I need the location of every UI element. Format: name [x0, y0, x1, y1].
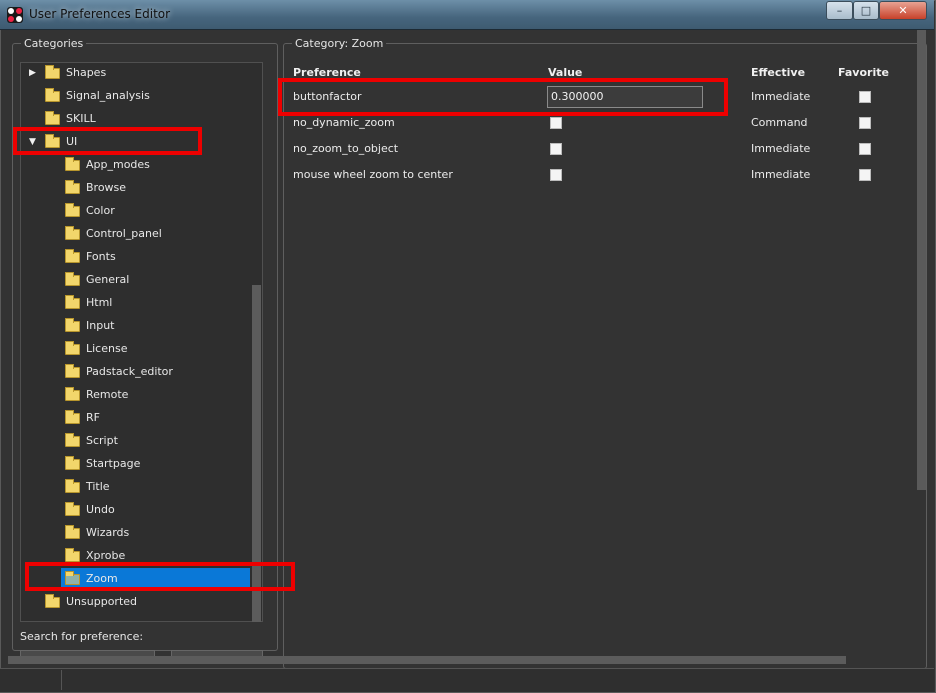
annotation-box-buttonfactor: [278, 78, 728, 116]
tree-item-label: Html: [86, 296, 113, 309]
tree-item-label: Shapes: [66, 66, 107, 79]
tree-item-color[interactable]: Color: [21, 200, 261, 222]
tree-item-label: License: [86, 342, 128, 355]
tree-item-signal-analysis[interactable]: Signal_analysis: [21, 85, 261, 107]
maximize-button[interactable]: □: [853, 1, 879, 20]
tree-item-shapes[interactable]: ▶ Shapes: [21, 63, 261, 84]
folder-icon: [45, 111, 60, 125]
folder-icon: [65, 410, 80, 424]
value-checkbox[interactable]: [550, 169, 562, 181]
folder-icon: [65, 203, 80, 217]
category-label: Category: Zoom: [292, 37, 387, 50]
favorite-checkbox[interactable]: [859, 91, 871, 103]
tree-item-label: Fonts: [86, 250, 116, 263]
close-button[interactable]: ✕: [879, 1, 927, 20]
effective-label: Immediate: [751, 142, 811, 155]
favorite-checkbox[interactable]: [859, 117, 871, 129]
value-checkbox[interactable]: [550, 143, 562, 155]
tree-item-fonts[interactable]: Fonts: [21, 246, 261, 268]
preference-name: no_zoom_to_object: [293, 142, 399, 155]
expand-right-icon[interactable]: ▶: [29, 63, 36, 84]
annotation-box-zoom: [25, 562, 295, 591]
tree-item-label: Wizards: [86, 526, 130, 539]
effective-label: Command: [751, 116, 808, 129]
status-bar: [0, 668, 934, 692]
app-icon: [7, 7, 23, 23]
effective-label: Immediate: [751, 90, 811, 103]
tree-item-label: General: [86, 273, 130, 286]
folder-icon: [65, 341, 80, 355]
header-favorite: Favorite: [838, 66, 889, 79]
folder-icon: [45, 88, 60, 102]
status-divider: [61, 670, 62, 690]
folder-icon: [65, 295, 80, 309]
tree-item-label: Control_panel: [86, 227, 162, 240]
tree-item-html[interactable]: Html: [21, 292, 261, 314]
folder-icon: [65, 318, 80, 332]
categories-label: Categories: [21, 37, 87, 50]
horizontal-scrollbar[interactable]: [8, 656, 846, 664]
tree-item-unsupported[interactable]: Unsupported: [21, 591, 261, 613]
tree-item-title[interactable]: Title: [21, 476, 261, 498]
tree-item-label: Remote: [86, 388, 129, 401]
folder-icon: [65, 525, 80, 539]
title-bar[interactable]: User Preferences Editor – □ ✕: [0, 0, 934, 30]
tree-item-rf[interactable]: RF: [21, 407, 261, 429]
header-effective: Effective: [751, 66, 806, 79]
tree-item-script[interactable]: Script: [21, 430, 261, 452]
folder-icon: [65, 387, 80, 401]
tree-item-label: Undo: [86, 503, 115, 516]
tree-item-label: Signal_analysis: [66, 89, 150, 102]
tree-item-label: Color: [86, 204, 115, 217]
folder-icon: [65, 364, 80, 378]
folder-icon: [65, 456, 80, 470]
tree-item-input[interactable]: Input: [21, 315, 261, 337]
folder-icon: [65, 249, 80, 263]
favorite-checkbox[interactable]: [859, 169, 871, 181]
folder-icon: [65, 433, 80, 447]
preference-row[interactable]: no_zoom_to_object Immediate: [284, 136, 916, 162]
tree-item-label: Unsupported: [66, 595, 138, 608]
tree-item-wizards[interactable]: Wizards: [21, 522, 261, 544]
tree-item-app-modes[interactable]: App_modes: [21, 154, 261, 176]
folder-icon: [65, 180, 80, 194]
tree-item-label: Title: [86, 480, 110, 493]
tree-item-license[interactable]: License: [21, 338, 261, 360]
folder-icon: [45, 65, 60, 79]
tree-item-label: Input: [86, 319, 115, 332]
preference-name: mouse wheel zoom to center: [293, 168, 453, 181]
preference-row[interactable]: mouse wheel zoom to center Immediate: [284, 162, 916, 188]
value-checkbox[interactable]: [550, 117, 562, 129]
folder-icon: [65, 226, 80, 240]
favorite-checkbox[interactable]: [859, 143, 871, 155]
tree-item-general[interactable]: General: [21, 269, 261, 291]
tree-item-label: Script: [86, 434, 118, 447]
tree-item-browse[interactable]: Browse: [21, 177, 261, 199]
window-title: User Preferences Editor: [29, 7, 171, 21]
folder-icon: [65, 479, 80, 493]
annotation-box-ui: [13, 127, 202, 155]
tree-item-control-panel[interactable]: Control_panel: [21, 223, 261, 245]
folder-icon: [65, 502, 80, 516]
tree-item-label: Startpage: [86, 457, 141, 470]
tree-item-label: App_modes: [86, 158, 150, 171]
vertical-scrollbar[interactable]: [917, 30, 926, 490]
effective-label: Immediate: [751, 168, 811, 181]
tree-item-label: RF: [86, 411, 100, 424]
tree-item-undo[interactable]: Undo: [21, 499, 261, 521]
folder-icon: [45, 594, 60, 608]
folder-icon: [65, 548, 80, 562]
tree-item-padstack-editor[interactable]: Padstack_editor: [21, 361, 261, 383]
tree-item-label: Browse: [86, 181, 127, 194]
folder-icon: [65, 272, 80, 286]
tree-item-startpage[interactable]: Startpage: [21, 453, 261, 475]
folder-icon: [65, 157, 80, 171]
minimize-button[interactable]: –: [826, 1, 853, 20]
tree-item-label: Padstack_editor: [86, 365, 173, 378]
search-label: Search for preference:: [20, 630, 144, 643]
tree-item-remote[interactable]: Remote: [21, 384, 261, 406]
